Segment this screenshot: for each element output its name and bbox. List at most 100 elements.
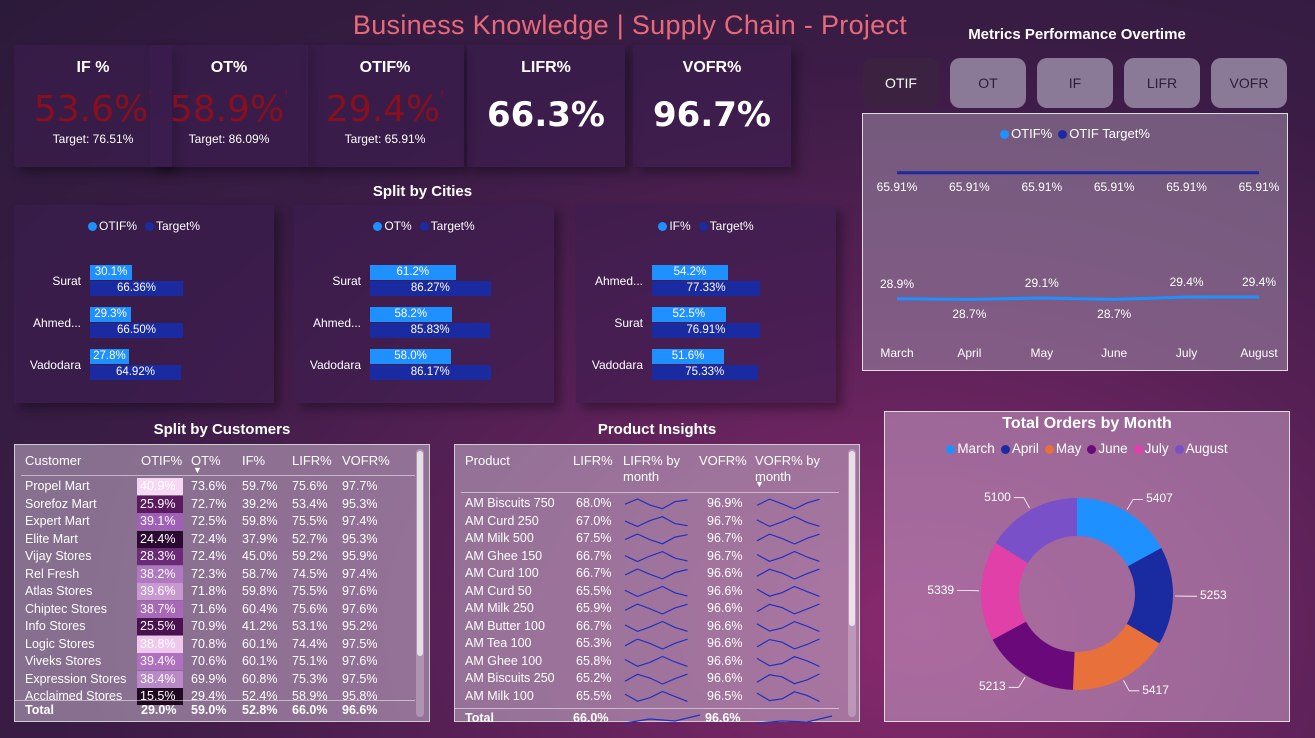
metric-cell: 97.5% bbox=[342, 671, 378, 686]
column-header[interactable]: OTIF% bbox=[141, 453, 182, 468]
metric-cell: 38.4% bbox=[137, 670, 183, 688]
column-header[interactable]: VOFR% bbox=[342, 453, 390, 468]
data-label: 65.91% bbox=[876, 179, 918, 194]
metric-cell: 39.2% bbox=[242, 496, 278, 511]
sparkline-lifr bbox=[624, 690, 688, 702]
kpi-value-text: 29.4% bbox=[325, 89, 441, 130]
data-label: 65.91% bbox=[1238, 179, 1280, 194]
table-row[interactable]: Chiptec Stores 38.7% 71.6% 60.4% 75.6% 97.6% bbox=[15, 600, 415, 618]
legend-label: Target% bbox=[709, 219, 754, 233]
metric-cell: 97.6% bbox=[342, 601, 378, 616]
customer-name: Expression Stores bbox=[25, 671, 127, 686]
metric-cell: 75.6% bbox=[292, 601, 328, 616]
tab-otif[interactable]: OTIF bbox=[863, 58, 939, 108]
legend-dot-icon bbox=[658, 222, 668, 231]
alert-icon: ! bbox=[440, 89, 445, 100]
actual-bar: 51.6% bbox=[652, 349, 725, 364]
cities-title: Split by Cities bbox=[372, 183, 473, 200]
tab-ot[interactable]: OT bbox=[950, 58, 1026, 108]
table-row[interactable]: Expert Mart 39.1% 72.5% 59.8% 75.5% 97.4% bbox=[15, 513, 415, 530]
metric-cell: 28.3% bbox=[137, 548, 183, 565]
scrollbar[interactable] bbox=[416, 449, 424, 717]
city-name: Ahmed... bbox=[32, 316, 81, 330]
metric-cell: 75.1% bbox=[292, 654, 328, 668]
kpi-target: Target: 65.91% bbox=[344, 132, 426, 146]
metric-cell: 70.8% bbox=[191, 636, 227, 651]
legend-label: OTIF% bbox=[98, 219, 137, 233]
metric-cell: 25.9% bbox=[137, 495, 183, 513]
trend-svg bbox=[896, 171, 1259, 301]
data-label: 28.7% bbox=[1097, 307, 1132, 322]
table-row[interactable]: Info Stores 25.5% 70.9% 41.2% 53.1% 95.2% bbox=[15, 618, 415, 635]
legend-label: Target% bbox=[430, 219, 475, 233]
metric-cell: 53.4% bbox=[292, 496, 328, 511]
products-title: Product Insights bbox=[597, 421, 717, 438]
column-header[interactable]: IF% bbox=[242, 453, 265, 468]
metric-cell: 39.6% bbox=[137, 583, 183, 600]
metric-cell: 39.4% bbox=[137, 653, 183, 670]
slice-label: 5100 bbox=[984, 489, 1011, 504]
series-line-otif bbox=[896, 295, 1259, 301]
kpi-target: Target: 86.09% bbox=[188, 132, 270, 146]
table-row[interactable]: Rel Fresh 38.2% 72.3% 58.7% 74.5% 97.4% bbox=[15, 565, 415, 583]
column-header[interactable]: LIFR% bbox=[292, 453, 332, 468]
tab-vofr[interactable]: VOFR bbox=[1211, 58, 1287, 108]
metric-cell: 95.9% bbox=[342, 549, 378, 563]
scrollbar[interactable] bbox=[848, 449, 856, 717]
actual-bar: 58.2% bbox=[370, 307, 452, 322]
table-row[interactable]: Propel Mart 40.9% 73.6% 59.7% 75.6% 97.7% bbox=[15, 478, 415, 495]
sort-desc-icon[interactable]: ▼ bbox=[193, 465, 202, 475]
customer-name: Vijay Stores bbox=[25, 549, 92, 563]
city-legend: IF% Target% bbox=[576, 219, 836, 233]
table-row[interactable]: Elite Mart 24.4% 72.4% 37.9% 52.7% 95.3% bbox=[15, 530, 415, 548]
data-label: 65.91% bbox=[1166, 179, 1207, 194]
city-name: Ahmed... bbox=[312, 316, 361, 330]
customer-name: Expert Mart bbox=[25, 514, 90, 528]
table-row[interactable]: Vijay Stores 28.3% 72.4% 45.0% 59.2% 95.9% bbox=[15, 548, 415, 565]
metric-cell: 72.4% bbox=[191, 549, 227, 563]
data-label: 65.91% bbox=[949, 179, 990, 194]
actual-bar: 54.2% bbox=[652, 265, 728, 280]
sparkline-lifr bbox=[624, 568, 688, 580]
metric-cell: 95.2% bbox=[342, 619, 378, 633]
customer-name: Atlas Stores bbox=[25, 584, 93, 598]
column-header[interactable]: Customer bbox=[25, 453, 81, 468]
table-row[interactable]: Atlas Stores 39.6% 71.8% 59.8% 75.5% 97.6% bbox=[15, 583, 415, 600]
metric-cell: 60.1% bbox=[242, 636, 278, 651]
sparkline-lifr bbox=[624, 498, 688, 510]
metric-cell: 95.3% bbox=[342, 496, 378, 511]
month-label: March bbox=[880, 346, 914, 360]
metric-cell: 70.9% bbox=[191, 619, 227, 633]
donut-svg bbox=[957, 497, 1197, 692]
table-row[interactable]: Expression Stores 38.4% 69.9% 60.8% 75.3% 97.… bbox=[15, 670, 415, 688]
page-title: Business Knowledge | Supply Chain - Proj… bbox=[352, 10, 908, 40]
table-row[interactable]: Logic Stores 38.8% 70.8% 60.1% 74.4% 97.5% bbox=[15, 635, 415, 653]
scrollbar-thumb[interactable] bbox=[849, 451, 855, 626]
month-label: May bbox=[1030, 346, 1054, 360]
month-label: July bbox=[1175, 346, 1198, 360]
slice-label: 5417 bbox=[1142, 682, 1169, 697]
legend-item: Target% bbox=[419, 219, 475, 233]
scrollbar-thumb[interactable] bbox=[417, 451, 423, 656]
sparkline-lifr bbox=[624, 550, 688, 563]
target-bar: 85.83% bbox=[370, 323, 491, 338]
sparkline-vofr bbox=[756, 585, 820, 597]
tab-lifr[interactable]: LIFR bbox=[1124, 58, 1200, 108]
target-bar: 86.17% bbox=[370, 365, 491, 380]
legend-dot-icon bbox=[419, 222, 429, 231]
sparkline-vofr bbox=[756, 691, 820, 703]
table-row[interactable]: Sorefoz Mart 25.9% 72.7% 39.2% 53.4% 95.3% bbox=[15, 495, 415, 513]
customer-name: Sorefoz Mart bbox=[25, 496, 97, 511]
target-bar: 66.36% bbox=[90, 281, 183, 296]
legend-item: IF% bbox=[658, 219, 691, 233]
actual-bar: 52.5% bbox=[652, 307, 726, 322]
table-row[interactable]: Viveks Stores 39.4% 70.6% 60.1% 75.1% 97.6% bbox=[15, 653, 415, 670]
legend-dot-icon bbox=[87, 222, 97, 231]
kpi-label: IF % bbox=[76, 59, 110, 76]
metric-cell: 75.3% bbox=[292, 671, 328, 686]
metric-cell: 39.1% bbox=[137, 513, 183, 530]
metric-cell: 69.9% bbox=[191, 671, 227, 686]
metric-cell: 71.8% bbox=[191, 584, 227, 598]
data-label: 29.4% bbox=[1169, 275, 1204, 289]
tab-if[interactable]: IF bbox=[1037, 58, 1113, 108]
